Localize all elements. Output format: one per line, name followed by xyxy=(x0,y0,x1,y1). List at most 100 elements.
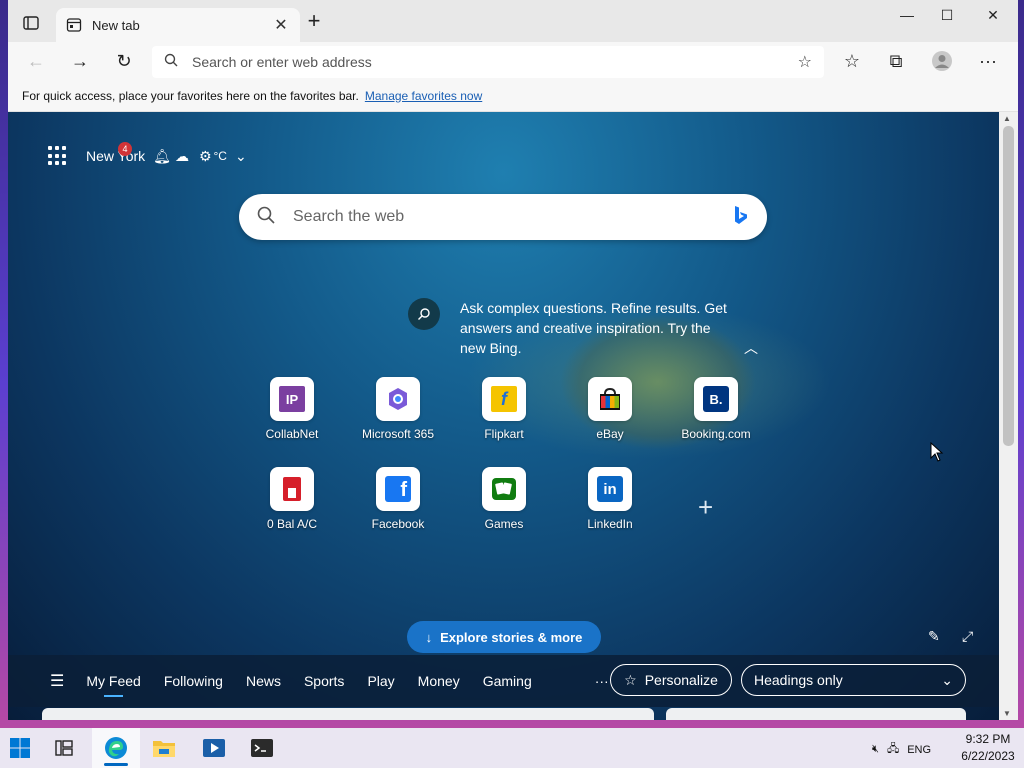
quick-link-0-bal[interactable]: 0 Bal A/C xyxy=(242,467,342,531)
add-shortcut-button[interactable]: + xyxy=(698,492,713,523)
tab-my-feed[interactable]: My Feed xyxy=(86,673,141,697)
favorites-icon[interactable]: ☆ xyxy=(838,48,866,74)
terminal-icon[interactable] xyxy=(250,736,274,760)
tab-play[interactable]: Play xyxy=(367,673,394,689)
quick-link-flipkart[interactable]: f Flipkart xyxy=(454,377,554,441)
browser-window: New tab ✕ + — ☐ ✕ ← → ↻ Search or enter … xyxy=(8,0,1018,720)
profile-avatar[interactable] xyxy=(928,48,956,74)
scroll-thumb[interactable] xyxy=(1003,126,1014,446)
media-player-icon[interactable] xyxy=(202,736,226,760)
quick-link-label: Facebook xyxy=(371,517,425,531)
quick-link-label: Games xyxy=(484,517,524,531)
scroll-down-icon[interactable]: ▼ xyxy=(1003,709,1011,718)
start-windows-icon[interactable] xyxy=(8,736,32,760)
address-placeholder: Search or enter web address xyxy=(192,54,372,70)
quick-link-booking[interactable]: B. Booking.com xyxy=(666,377,766,441)
clock-time: 9:32 PM xyxy=(965,732,1011,746)
maximize-button[interactable]: ☐ xyxy=(924,4,970,28)
clock[interactable]: 9:32 PM 6/22/2023 xyxy=(958,731,1018,765)
newtab-content: New York 🔔︎ ☁ ⚙ °C ⌄ 4 Search the web As… xyxy=(8,112,999,720)
chevron-down-icon: ⌄ xyxy=(941,671,953,688)
facebook-icon: f xyxy=(376,467,420,511)
quick-link-linkedin[interactable]: in LinkedIn xyxy=(560,467,660,531)
tab-title: New tab xyxy=(92,17,140,33)
collections-icon[interactable]: ⧉ xyxy=(882,48,910,74)
close-window-button[interactable]: ✕ xyxy=(970,4,1016,28)
tab-news[interactable]: News xyxy=(246,673,281,689)
quick-link-collabnet[interactable]: IP CollabNet xyxy=(242,377,342,441)
close-tab-icon[interactable]: ✕ xyxy=(272,15,290,35)
bing-logo-icon[interactable] xyxy=(733,205,749,230)
file-explorer-icon[interactable] xyxy=(152,736,176,760)
collabnet-icon: IP xyxy=(270,377,314,421)
tab-money[interactable]: Money xyxy=(418,673,460,689)
forward-button[interactable]: → xyxy=(66,48,94,74)
page-settings-edit-icon[interactable]: ✎ xyxy=(928,628,940,645)
flipkart-icon: f xyxy=(482,377,526,421)
layout-select-value: Headings only xyxy=(754,672,843,688)
notifications-bell-icon[interactable]: 🔔︎ xyxy=(153,148,171,165)
new-tab-button[interactable]: + xyxy=(304,10,324,32)
bing-promo-text: Ask complex questions. Refine results. G… xyxy=(460,300,727,356)
quick-link-label: eBay xyxy=(596,427,624,441)
settings-more-icon[interactable]: ··· xyxy=(974,48,1002,74)
mouse-cursor-icon xyxy=(930,442,944,462)
collapse-chevron-icon[interactable]: ︿ xyxy=(744,338,758,358)
scroll-up-icon[interactable]: ▲ xyxy=(1003,114,1011,123)
hamburger-menu-icon[interactable]: ☰ xyxy=(50,671,64,691)
quick-link-facebook[interactable]: f Facebook xyxy=(348,467,448,531)
tab-sports[interactable]: Sports xyxy=(304,673,344,689)
address-bar[interactable]: Search or enter web address ☆ xyxy=(152,46,824,78)
ebay-bag-icon xyxy=(588,377,632,421)
more-tabs-button[interactable]: ··· xyxy=(595,673,609,689)
chevron-down-icon[interactable]: ⌄ xyxy=(235,148,247,165)
feed-card[interactable] xyxy=(42,708,654,720)
expand-icon[interactable]: ⤢ xyxy=(962,628,973,645)
quick-link-ebay[interactable]: eBay xyxy=(560,377,660,441)
feed-card[interactable] xyxy=(666,708,966,720)
network-icon[interactable]: 🖧 xyxy=(887,740,899,759)
kotak-icon xyxy=(270,467,314,511)
favorites-bar-text: For quick access, place your favorites h… xyxy=(22,88,359,103)
clock-date: 6/22/2023 xyxy=(961,749,1015,763)
quick-link-label: CollabNet xyxy=(265,427,319,441)
refresh-button[interactable]: ↻ xyxy=(110,48,138,74)
quick-link-label: Flipkart xyxy=(484,427,524,441)
newtab-icon xyxy=(66,17,82,33)
quick-link-microsoft-365[interactable]: Microsoft 365 xyxy=(348,377,448,441)
manage-favorites-link[interactable]: Manage favorites now xyxy=(365,89,482,103)
language-indicator[interactable]: ENG xyxy=(907,744,931,756)
tab-gaming[interactable]: Gaming xyxy=(483,673,532,689)
edge-browser-icon[interactable] xyxy=(104,736,128,760)
task-view-icon[interactable] xyxy=(52,736,76,760)
personalize-button[interactable]: ☆ Personalize xyxy=(610,664,732,696)
tab-following[interactable]: Following xyxy=(164,673,223,689)
explore-stories-button[interactable]: ↓ Explore stories & more xyxy=(407,621,601,653)
tab-new-tab[interactable]: New tab ✕ xyxy=(56,8,300,42)
layout-select[interactable]: Headings only ⌄ xyxy=(741,664,966,696)
add-favorite-icon[interactable]: ☆ xyxy=(798,52,812,72)
notification-badge: 4 xyxy=(118,142,132,156)
search-placeholder: Search the web xyxy=(293,208,405,225)
toolbar: ← → ↻ Search or enter web address ☆ ☆ ⧉ … xyxy=(8,42,1018,80)
page-scrollbar[interactable]: ▲ ▼ xyxy=(999,112,1018,720)
weather-location[interactable]: New York xyxy=(86,148,145,164)
quick-link-label: Microsoft 365 xyxy=(361,427,435,441)
linkedin-icon: in xyxy=(588,467,632,511)
apps-launcher-icon[interactable] xyxy=(48,146,68,166)
bing-promo[interactable]: Ask complex questions. Refine results. G… xyxy=(408,298,730,358)
quick-link-games[interactable]: Games xyxy=(454,467,554,531)
personalize-label: Personalize xyxy=(644,672,718,688)
bing-search-icon xyxy=(408,298,440,330)
top-row: New York 🔔︎ ☁ ⚙ °C ⌄ xyxy=(48,146,247,166)
system-tray: 🔇︎ 🖧 ENG xyxy=(872,740,931,759)
quick-link-label: Booking.com xyxy=(681,427,751,441)
settings-gear-icon[interactable]: ⚙ xyxy=(199,148,212,165)
explore-label: Explore stories & more xyxy=(440,629,583,645)
feed-navigation-bar: ☰ My Feed Following News Sports Play Mon… xyxy=(8,655,999,707)
tab-actions-icon[interactable] xyxy=(22,14,40,32)
web-search-box[interactable]: Search the web xyxy=(239,194,767,240)
volume-muted-icon[interactable]: 🔇︎ xyxy=(872,743,879,756)
booking-icon: B. xyxy=(694,377,738,421)
back-button[interactable]: ← xyxy=(22,48,50,74)
